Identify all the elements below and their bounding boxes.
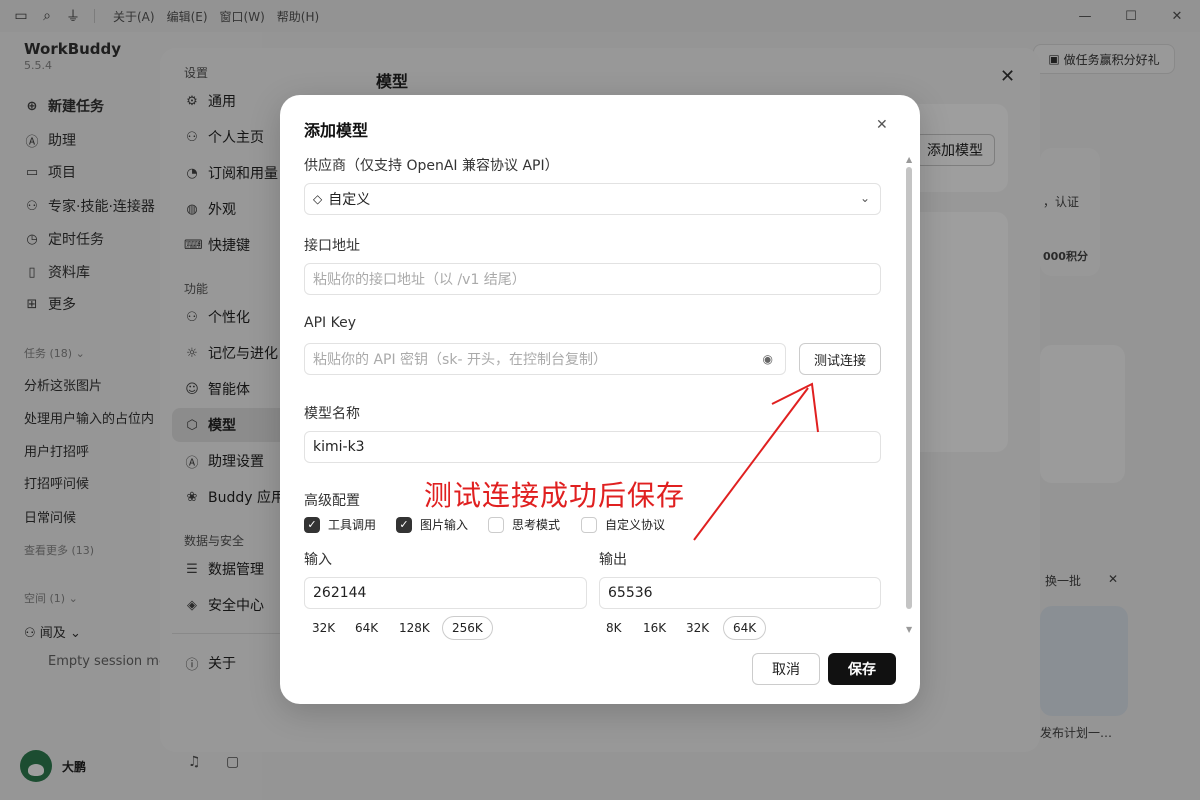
annotation-arrow-icon	[693, 382, 819, 541]
